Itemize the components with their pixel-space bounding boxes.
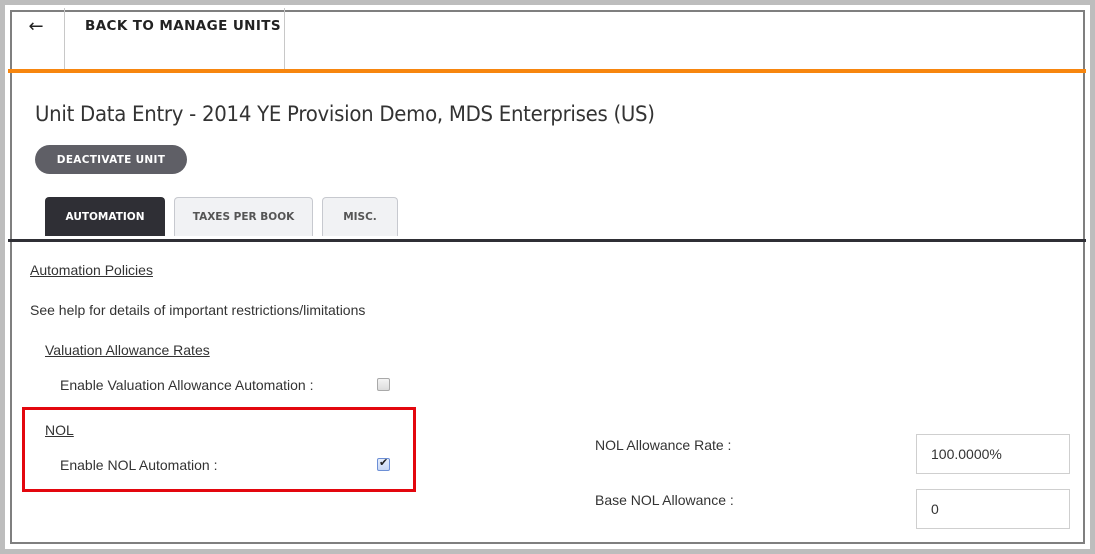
back-to-manage-units-label: BACK TO MANAGE UNITS [85, 18, 282, 34]
page-title: Unit Data Entry - 2014 YE Provision Demo… [35, 102, 655, 126]
checkmark-icon: ✔ [379, 456, 389, 469]
tab-automation[interactable]: AUTOMATION [45, 197, 165, 236]
automation-policies-link[interactable]: Automation Policies [30, 262, 153, 278]
arrow-left-icon: ← [28, 16, 44, 37]
back-arrow-button[interactable]: ← [8, 8, 65, 69]
nol-heading: NOL [45, 422, 74, 438]
deactivate-unit-button[interactable]: DEACTIVATE UNIT [35, 145, 187, 174]
enable-valuation-allowance-label: Enable Valuation Allowance Automation : [60, 377, 314, 393]
enable-nol-automation-checkbox[interactable]: ✔ [377, 456, 390, 471]
help-text: See help for details of important restri… [30, 302, 366, 318]
valuation-allowance-rates-heading: Valuation Allowance Rates [45, 342, 210, 358]
base-nol-allowance-label: Base NOL Allowance : [595, 492, 734, 508]
tab-taxes-per-book[interactable]: TAXES PER BOOK [174, 197, 313, 236]
tab-misc[interactable]: MISC. [322, 197, 398, 236]
back-to-manage-units-link[interactable]: BACK TO MANAGE UNITS [65, 8, 285, 69]
nol-highlight-box [22, 407, 416, 492]
nol-allowance-rate-input[interactable] [916, 434, 1070, 474]
tab-bar: AUTOMATION TAXES PER BOOK MISC. [8, 197, 1086, 242]
enable-nol-automation-label: Enable NOL Automation : [60, 457, 218, 473]
enable-valuation-allowance-checkbox[interactable] [377, 378, 390, 391]
nol-allowance-rate-label: NOL Allowance Rate : [595, 437, 732, 453]
base-nol-allowance-input[interactable] [916, 489, 1070, 529]
top-nav-bar: ← BACK TO MANAGE UNITS [8, 8, 1086, 73]
